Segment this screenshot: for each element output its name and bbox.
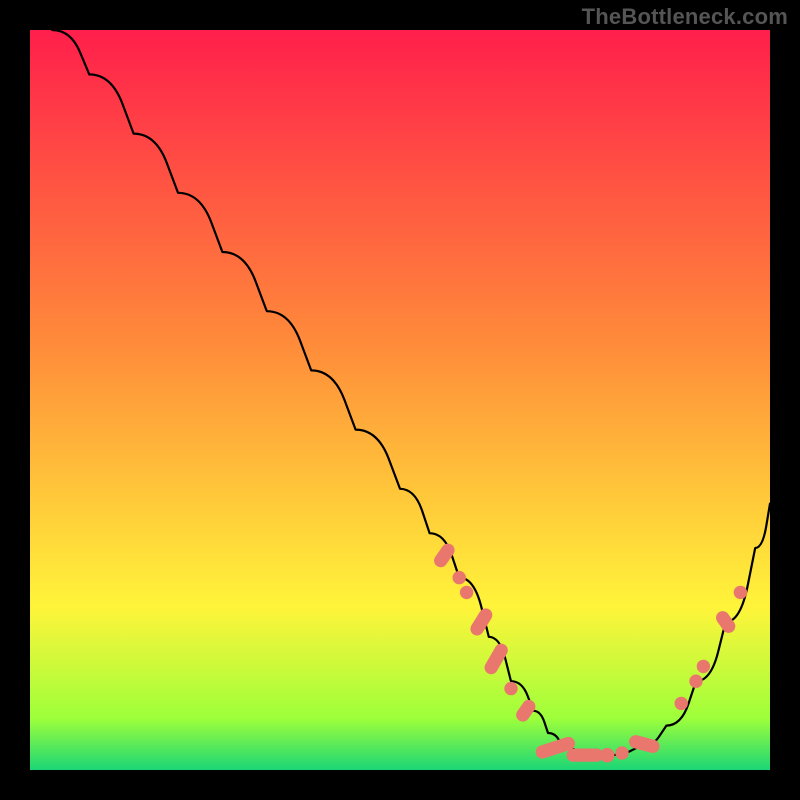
curve-marker [675,697,688,710]
curve-marker [567,749,604,762]
gradient-background [30,30,770,770]
curve-marker [460,586,473,599]
plot-area [30,30,770,770]
curve-marker [453,571,466,584]
curve-marker [600,748,615,763]
watermark-text: TheBottleneck.com [582,4,788,30]
chart-svg [30,30,770,770]
curve-marker [615,746,628,759]
curve-marker [689,675,702,688]
curve-marker [697,660,710,673]
curve-marker [734,586,747,599]
curve-marker [504,682,517,695]
chart-frame: TheBottleneck.com [0,0,800,800]
